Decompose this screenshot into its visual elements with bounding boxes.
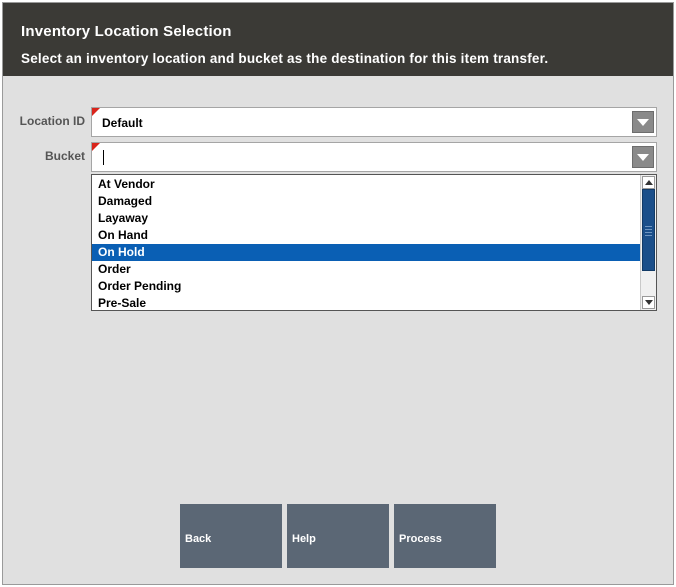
back-button[interactable]: Back [180, 504, 282, 568]
chevron-up-icon [645, 180, 653, 185]
required-marker-icon [92, 108, 100, 116]
list-item-selected[interactable]: On Hold [92, 244, 640, 261]
scroll-thumb[interactable] [642, 189, 655, 271]
grip-line [645, 232, 652, 233]
grip-line [645, 226, 652, 227]
scroll-down-button[interactable] [642, 296, 655, 309]
app-window: Inventory Location Selection Select an i… [2, 2, 674, 585]
location-id-dropdown-button[interactable] [632, 111, 654, 133]
chevron-down-icon [645, 300, 653, 305]
chevron-down-icon [637, 119, 649, 126]
location-id-label: Location ID [19, 114, 85, 128]
list-item[interactable]: Layaway [92, 210, 640, 227]
help-button-label: Help [292, 532, 316, 545]
list-item[interactable]: Order Pending [92, 278, 640, 295]
page-header: Inventory Location Selection Select an i… [3, 3, 673, 76]
grip-line [645, 235, 652, 236]
page-instructions: Select an inventory location and bucket … [21, 51, 549, 66]
required-marker-icon [92, 143, 100, 151]
page-title: Inventory Location Selection [21, 23, 232, 40]
list-scrollbar[interactable] [640, 175, 656, 310]
process-button-label: Process [399, 532, 442, 545]
bucket-combobox[interactable] [91, 142, 657, 172]
list-item[interactable]: Order [92, 261, 640, 278]
bucket-dropdown-button[interactable] [632, 146, 654, 168]
list-item[interactable]: Damaged [92, 193, 640, 210]
text-cursor [103, 150, 104, 165]
process-button[interactable]: Process [394, 504, 496, 568]
list-item[interactable]: Pre-Sale [92, 295, 640, 312]
location-id-value: Default [102, 116, 143, 130]
chevron-down-icon [637, 154, 649, 161]
bucket-label: Bucket [44, 149, 85, 163]
help-button[interactable]: Help [287, 504, 389, 568]
scroll-up-button[interactable] [642, 176, 655, 189]
list-item[interactable]: At Vendor [92, 176, 640, 193]
grip-line [645, 229, 652, 230]
bucket-options-list[interactable]: At Vendor Damaged Layaway On Hand On Hol… [91, 174, 657, 311]
back-button-label: Back [185, 532, 212, 545]
list-item[interactable]: On Hand [92, 227, 640, 244]
location-id-combobox[interactable]: Default [91, 107, 657, 137]
